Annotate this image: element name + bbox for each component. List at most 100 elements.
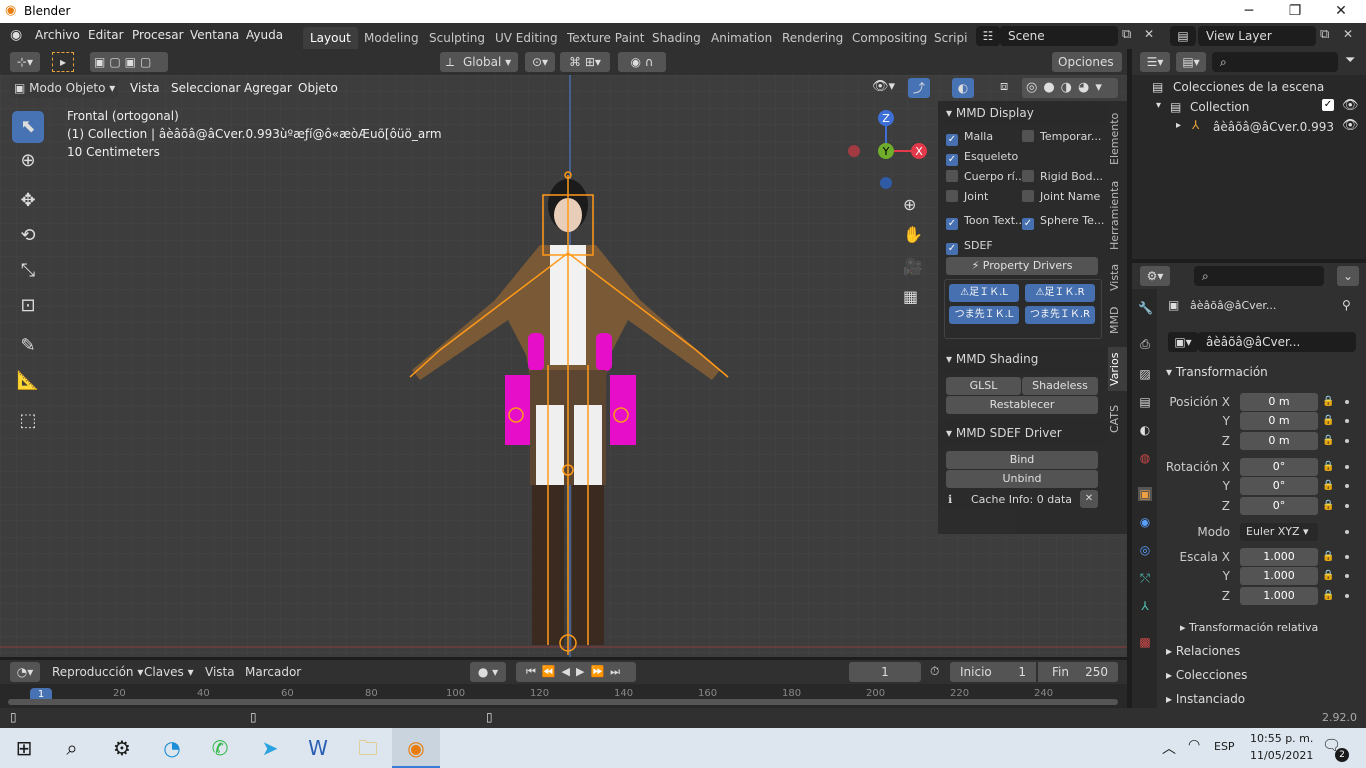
timeline-scrollbar[interactable]: [8, 699, 1118, 705]
proportional-editing-icon[interactable]: ◉ ∩: [618, 52, 666, 72]
opciones-dropdown[interactable]: Opciones ▾: [1052, 52, 1122, 89]
keyframe-dot[interactable]: [1345, 504, 1349, 508]
instanciado-section[interactable]: ▸ Instanciado: [1166, 692, 1245, 706]
remove-view-layer-icon[interactable]: ✕: [1343, 27, 1353, 41]
minimize-icon[interactable]: ─: [1226, 0, 1272, 23]
menu-editar[interactable]: Editar: [88, 28, 124, 42]
modifier-tab-icon[interactable]: ◉: [1138, 515, 1152, 529]
rotation-x-field[interactable]: 0°: [1240, 458, 1318, 476]
tab-animation[interactable]: Animation: [704, 27, 779, 49]
menu-archivo[interactable]: Archivo: [35, 28, 80, 42]
position-z-field[interactable]: 0 m: [1240, 432, 1318, 450]
clock-date[interactable]: 11/05/2021: [1250, 749, 1313, 762]
transform-orientation-dropdown[interactable]: Global ▾: [460, 52, 518, 72]
shading-mode-icons[interactable]: ◎●◑◕▾: [1022, 78, 1118, 98]
move-tool[interactable]: ✥: [12, 185, 44, 217]
settings-gear-icon[interactable]: ⚙: [98, 728, 146, 768]
eye-icon[interactable]: 👁: [1342, 98, 1359, 113]
remove-scene-icon[interactable]: ✕: [1144, 27, 1154, 41]
object-name-field[interactable]: âèâõâ@âCver...: [1198, 332, 1356, 352]
marker-menu[interactable]: Marcador: [245, 665, 301, 679]
measure-tool[interactable]: 📐: [12, 365, 44, 397]
tab-varios[interactable]: Varios: [1108, 347, 1127, 391]
timeline-editor-icon[interactable]: ◔▾: [10, 662, 40, 682]
keyframe-dot[interactable]: [1345, 465, 1349, 469]
playback-menu[interactable]: Reproducción ▾: [52, 665, 143, 679]
rotation-mode-dropdown[interactable]: Euler XYZ ▾: [1240, 523, 1318, 541]
blender-menu-icon[interactable]: ◉: [10, 27, 22, 43]
timeline[interactable]: 1 20 40 60 80 100 120 140 160 180 200 22…: [0, 684, 1127, 708]
lock-icon[interactable]: 🔒: [1322, 461, 1334, 472]
collection-label[interactable]: Collection: [1190, 100, 1249, 114]
menu-procesar[interactable]: Procesar: [132, 28, 184, 42]
property-drivers-button[interactable]: ⚡ Property Drivers: [946, 257, 1098, 275]
scene-name-field[interactable]: Scene: [1000, 26, 1118, 46]
position-x-field[interactable]: 0 m: [1240, 393, 1318, 411]
eye-icon[interactable]: 👁: [1342, 118, 1359, 133]
clock-time[interactable]: 10:55 p. m.: [1250, 732, 1313, 745]
word-icon[interactable]: W: [294, 728, 342, 768]
data-tab-icon[interactable]: ⅄: [1138, 599, 1152, 613]
tab-layout[interactable]: Layout: [303, 27, 358, 49]
lock-icon[interactable]: 🔒: [1322, 570, 1334, 581]
keyframe-dot[interactable]: [1345, 555, 1349, 559]
checkbox-malla[interactable]: ✓ Malla: [946, 127, 993, 147]
tab-mmd[interactable]: MMD: [1108, 303, 1127, 337]
telegram-icon[interactable]: ➤: [246, 728, 294, 768]
tray-chevron-icon[interactable]: ︿: [1162, 738, 1176, 758]
texture-tab-icon[interactable]: ▩: [1138, 635, 1152, 649]
search-icon[interactable]: ⌕: [48, 728, 96, 768]
snap-icon[interactable]: ⌘ ⊞▾: [560, 52, 610, 72]
lock-icon[interactable]: 🔒: [1322, 415, 1334, 426]
keyframe-dot[interactable]: [1345, 400, 1349, 404]
end-frame-field[interactable]: Fin 250: [1038, 662, 1118, 682]
mmd-sdef-header[interactable]: ▾ MMD SDEF Driver: [938, 421, 1108, 445]
tab-compositing[interactable]: Compositing: [845, 27, 934, 49]
tab-texture-paint[interactable]: Texture Paint: [560, 27, 651, 49]
tab-vista[interactable]: Vista: [1108, 261, 1127, 293]
camera-icon[interactable]: 🎥: [903, 257, 923, 276]
shadeless-button[interactable]: Shadeless: [1022, 377, 1098, 395]
checkbox-sphere-texture[interactable]: ✓ Sphere Te...: [1022, 211, 1104, 231]
tab-modeling[interactable]: Modeling: [357, 27, 426, 49]
copy-view-layer-icon[interactable]: ⧉: [1320, 27, 1329, 42]
keyframe-dot[interactable]: [1345, 439, 1349, 443]
tab-uv-editing[interactable]: UV Editing: [488, 27, 565, 49]
transform-section-header[interactable]: ▾ Transformación: [1166, 365, 1268, 379]
unbind-button[interactable]: Unbind: [946, 470, 1098, 488]
keyframe-dot[interactable]: [1345, 484, 1349, 488]
current-frame-field[interactable]: 1: [849, 662, 921, 682]
colecciones-section[interactable]: ▸ Colecciones: [1166, 668, 1247, 682]
outliner-search[interactable]: ⌕: [1212, 52, 1338, 72]
restablecer-button[interactable]: Restablecer: [946, 396, 1098, 414]
display-mode-icon[interactable]: ▤▾: [1176, 52, 1206, 72]
scale-x-field[interactable]: 1.000: [1240, 548, 1318, 566]
mode-dropdown[interactable]: ▣ Modo Objeto ▾: [10, 78, 118, 98]
keyframe-dot[interactable]: [1345, 574, 1349, 578]
timeline-view-menu[interactable]: Vista: [205, 665, 235, 679]
clear-cache-icon[interactable]: ✕: [1080, 490, 1098, 508]
physics-tab-icon[interactable]: ◎: [1138, 543, 1152, 557]
xray-icon[interactable]: ⧈: [1000, 79, 1008, 94]
annotate-tool[interactable]: ✎: [12, 330, 44, 362]
add-cube-tool[interactable]: ⬚: [12, 405, 44, 437]
mmd-display-header[interactable]: ▾ MMD Display: [938, 101, 1108, 125]
relative-transform-header[interactable]: ▸ Transformación relativa: [1180, 621, 1318, 634]
navigation-gizmo[interactable]: Z X Y: [840, 105, 940, 195]
transform-tool[interactable]: ⊡: [12, 290, 44, 322]
render-tab-icon[interactable]: ⎙: [1138, 337, 1152, 351]
blender-taskbar-icon[interactable]: ◉: [392, 728, 440, 768]
pan-hand-icon[interactable]: ✋: [903, 225, 923, 244]
wifi-icon[interactable]: ◠: [1188, 737, 1200, 753]
checkbox-joint-name[interactable]: Joint Name: [1022, 187, 1104, 207]
keyframe-dot[interactable]: [1345, 594, 1349, 598]
lock-icon[interactable]: 🔒: [1322, 551, 1334, 562]
ik-leg-l-button[interactable]: ⚠足ＩＫ.L: [949, 284, 1019, 302]
object-label[interactable]: âèâõâ@âCver.0.993: [1213, 120, 1334, 134]
transform-orientation-icon[interactable]: ⟂: [440, 52, 460, 72]
lock-icon[interactable]: 🔒: [1322, 396, 1334, 407]
tab-elemento[interactable]: Elemento: [1108, 109, 1127, 169]
checkbox-esqueleto[interactable]: ✓ Esqueleto: [946, 147, 1018, 167]
ik-leg-r-button[interactable]: ⚠足ＩＫ.R: [1025, 284, 1095, 302]
windows-start-icon[interactable]: ⊞: [0, 728, 48, 768]
